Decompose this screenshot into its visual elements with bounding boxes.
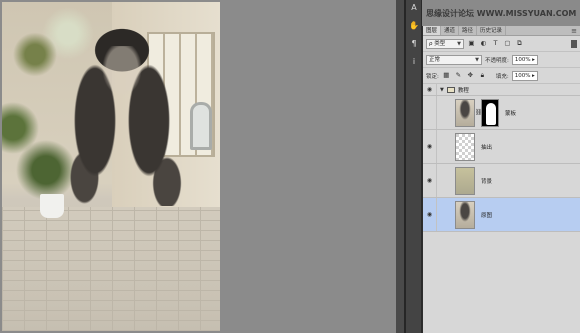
- layer-row-selected[interactable]: ◉ 原图: [423, 198, 580, 232]
- opacity-value: 100%: [514, 56, 531, 63]
- image-floor: [2, 207, 220, 331]
- visibility-eye-icon[interactable]: ◉: [423, 130, 437, 163]
- layer-thumbnail: [455, 98, 475, 127]
- layer-name: 原图: [481, 212, 493, 219]
- layer-name: 教程: [457, 87, 469, 94]
- fill-value: 100%: [514, 72, 531, 79]
- pixel-filter-icon[interactable]: ▣: [467, 39, 476, 48]
- panel-tabs: 图层 通道 路径 历史记录 ≡: [423, 26, 580, 36]
- lock-position-icon[interactable]: ✥: [466, 71, 475, 80]
- lock-transparency-icon[interactable]: ▦: [442, 71, 451, 80]
- layer-filter-select[interactable]: ρ 类型 ▼: [426, 38, 464, 49]
- tab-layers[interactable]: 图层: [423, 26, 442, 35]
- chevron-down-icon: ▼: [475, 56, 479, 63]
- opacity-field[interactable]: 100% ▸: [511, 54, 538, 65]
- layer-thumbnail: [455, 132, 475, 161]
- filter-toggle[interactable]: [571, 39, 577, 48]
- image-hair: [47, 16, 197, 206]
- visibility-eye-icon[interactable]: ◉: [423, 164, 437, 197]
- layer-row[interactable]: ◉ 抽出: [423, 130, 580, 164]
- type-filter-icon[interactable]: T: [491, 39, 500, 48]
- visibility-eye-icon[interactable]: ◉: [423, 198, 437, 231]
- layer-thumbnail: [455, 166, 475, 195]
- smart-object-filter-icon[interactable]: ⧉: [515, 39, 524, 48]
- folder-icon: [446, 86, 455, 93]
- panel-menu-icon[interactable]: ≡: [571, 26, 580, 35]
- layer-row[interactable]: ◉ ⛓︎ 蒙板: [423, 96, 580, 130]
- layer-group-row[interactable]: ◉ ▼ 教程: [423, 84, 580, 96]
- layer-name: 抽出: [481, 144, 493, 151]
- panel-tool-column: A ✋ ¶ i: [406, 0, 422, 333]
- visibility-toggle[interactable]: ◉: [423, 96, 437, 129]
- lock-pixels-icon[interactable]: ✎: [454, 71, 463, 80]
- tab-channels[interactable]: 通道: [441, 26, 460, 35]
- panel-divider[interactable]: [396, 0, 404, 333]
- lock-row: 锁定: ▦ ✎ ✥ 🔒︎ 填充: 100% ▸: [423, 68, 580, 84]
- character-panel-icon[interactable]: A: [406, 0, 422, 16]
- image-face: [102, 46, 142, 96]
- chevron-right-icon: ▸: [532, 56, 535, 63]
- hand-icon[interactable]: ✋: [406, 18, 422, 34]
- watermark-text: 思缘设计论坛 WWW.MISSYUAN.COM: [426, 9, 577, 18]
- shape-filter-icon[interactable]: ▢: [503, 39, 512, 48]
- opacity-label: 不透明度:: [485, 57, 509, 64]
- layer-filter-value: ρ 类型: [429, 40, 446, 47]
- tab-history[interactable]: 历史记录: [477, 26, 507, 35]
- filter-row: ρ 类型 ▼ ▣ ◐ T ▢ ⧉: [423, 36, 580, 52]
- lock-all-icon[interactable]: 🔒︎: [478, 71, 487, 80]
- visibility-eye-icon[interactable]: ◉: [423, 84, 437, 95]
- layer-row[interactable]: ◉ 背景: [423, 164, 580, 198]
- blend-mode-value: 正常: [429, 56, 441, 63]
- paragraph-panel-icon[interactable]: ¶: [406, 36, 422, 52]
- chevron-down-icon: ▼: [457, 40, 461, 47]
- layer-thumbnail: [455, 200, 475, 229]
- layer-mask-thumbnail[interactable]: [481, 98, 499, 127]
- blend-row: 正常 ▼ 不透明度: 100% ▸: [423, 52, 580, 68]
- info-panel-icon[interactable]: i: [406, 54, 422, 70]
- canvas-workspace[interactable]: [0, 0, 396, 333]
- tab-paths[interactable]: 路径: [459, 26, 478, 35]
- adjustment-filter-icon[interactable]: ◐: [479, 39, 488, 48]
- lock-label: 锁定:: [426, 73, 439, 80]
- fill-field[interactable]: 100% ▸: [511, 70, 538, 81]
- layer-list: ◉ ▼ 教程 ◉ ⛓︎ 蒙板 ◉ 抽出 ◉ 背景 ◉ 原图: [423, 84, 580, 232]
- expand-arrow-icon[interactable]: ▼: [440, 87, 444, 93]
- layers-panel: 图层 通道 路径 历史记录 ≡ ρ 类型 ▼ ▣ ◐ T ▢ ⧉ 正常 ▼ 不透…: [422, 26, 580, 333]
- layer-name: 背景: [481, 178, 493, 185]
- chevron-right-icon: ▸: [531, 72, 535, 79]
- fill-label: 填充:: [495, 73, 509, 80]
- document-image[interactable]: [2, 2, 220, 331]
- blend-mode-select[interactable]: 正常 ▼: [426, 54, 482, 65]
- layer-name: 蒙板: [505, 110, 517, 117]
